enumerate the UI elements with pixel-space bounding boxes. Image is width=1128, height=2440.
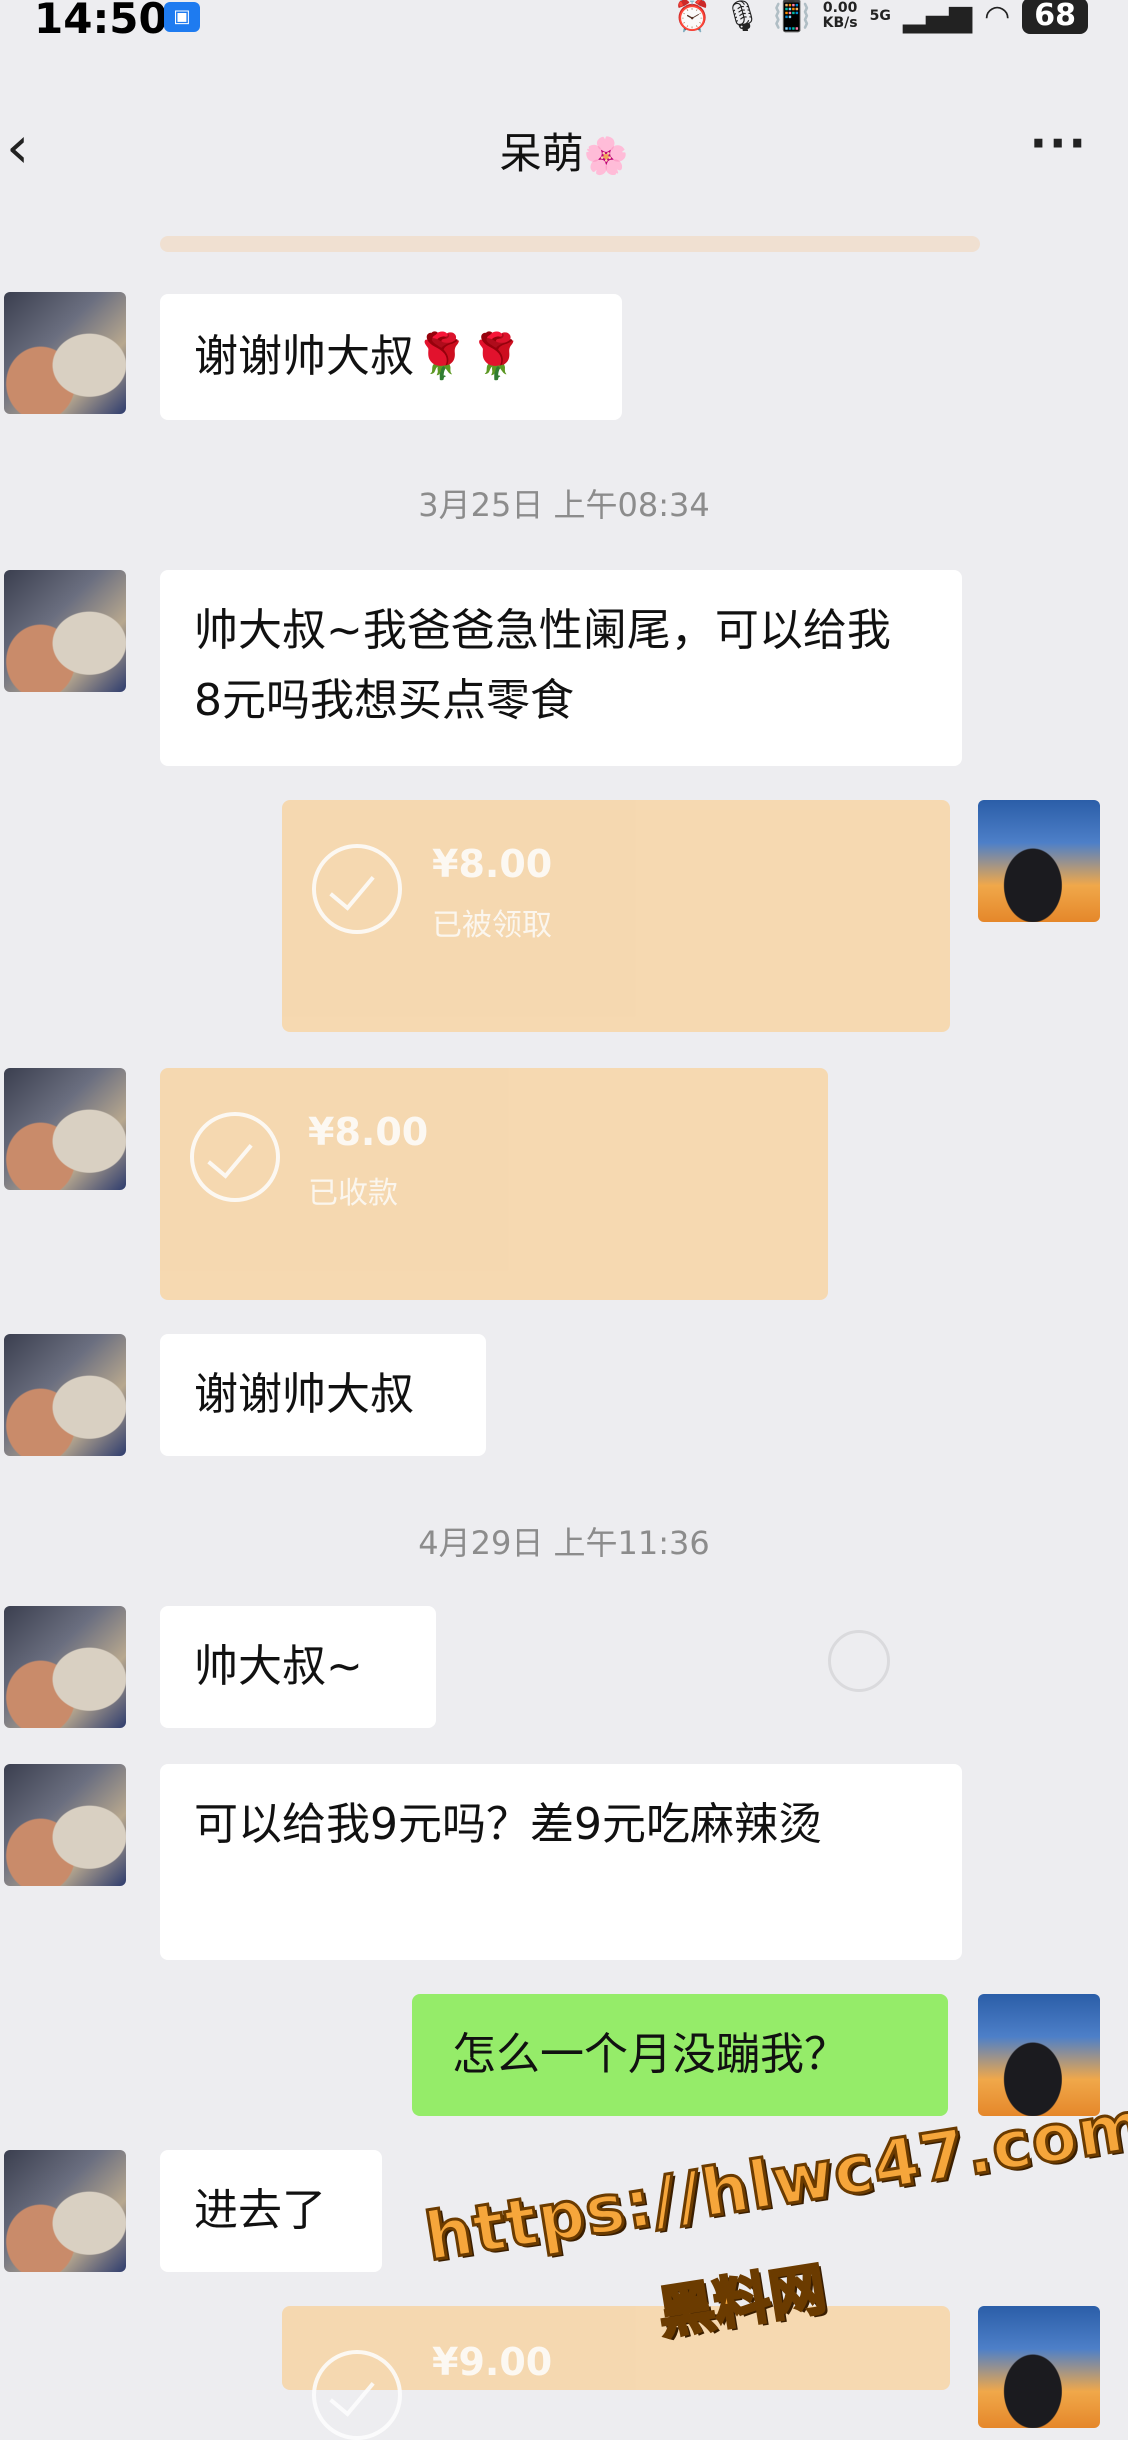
partial-bubble bbox=[160, 236, 980, 252]
transfer-amount: ¥8.00 bbox=[432, 842, 553, 886]
alarm-icon: ⏰ bbox=[673, 0, 712, 34]
chat-title: 呆萌🌸 bbox=[0, 120, 1128, 181]
wifi-icon: ◠ bbox=[984, 0, 1011, 34]
status-icons: ⏰ 🎙 📳 0.00 KB/s 5G ▂▄▆ ◠ 68 bbox=[674, 0, 1088, 34]
message-text: 帅大叔~ bbox=[194, 1641, 363, 1692]
net-speed: 0.00 KB/s bbox=[823, 1, 858, 31]
check-circle-icon bbox=[312, 2350, 402, 2440]
vibrate-icon: 📳 bbox=[773, 0, 811, 34]
contact-avatar[interactable] bbox=[4, 1068, 126, 1190]
more-dots-icon[interactable]: ··· bbox=[1030, 116, 1088, 170]
mic-icon: 🎙 bbox=[723, 0, 762, 34]
status-bar: 14:50 ▣ ⏰ 🎙 📳 0.00 KB/s 5G ▂▄▆ ◠ 68 bbox=[0, 0, 1128, 43]
contact-avatar[interactable] bbox=[4, 2150, 126, 2272]
contact-avatar[interactable] bbox=[4, 292, 126, 414]
message-text: 可以给我9元吗？差9元吃麻辣烫 bbox=[194, 1799, 822, 1850]
net-speed-unit: KB/s bbox=[822, 15, 858, 31]
battery-indicator: 68 bbox=[1022, 0, 1088, 34]
my-avatar[interactable] bbox=[978, 2306, 1100, 2428]
message-text: 怎么一个月没蹦我？ bbox=[452, 2029, 848, 2080]
contact-name: 呆萌 bbox=[499, 129, 584, 178]
message-text: 进去了 bbox=[194, 2185, 326, 2236]
message-bubble[interactable]: 怎么一个月没蹦我？ bbox=[412, 1994, 948, 2116]
contact-avatar[interactable] bbox=[4, 1334, 126, 1456]
signal-icon: ▂▄▆ bbox=[902, 0, 973, 34]
network-type: 5G bbox=[869, 8, 891, 24]
message-bubble[interactable]: 帅大叔~ bbox=[160, 1606, 436, 1728]
check-circle-icon bbox=[312, 844, 402, 934]
transfer-status: 已收款 bbox=[308, 1176, 398, 1211]
message-text: 谢谢帅大叔🌹🌹 bbox=[194, 331, 524, 382]
faded-circle bbox=[828, 1630, 890, 1692]
contact-avatar[interactable] bbox=[4, 1606, 126, 1728]
contact-avatar[interactable] bbox=[4, 570, 126, 692]
transfer-card[interactable]: ¥8.00 已被领取 bbox=[282, 800, 950, 1032]
transfer-status: 已被领取 bbox=[432, 908, 552, 943]
net-speed-value: 0.00 bbox=[822, 0, 858, 16]
timestamp: 4月29日 上午11:36 bbox=[418, 1524, 710, 1562]
message-bubble[interactable]: 进去了 bbox=[160, 2150, 382, 2272]
status-time: 14:50 bbox=[34, 0, 168, 43]
my-avatar[interactable] bbox=[978, 800, 1100, 922]
message-bubble[interactable]: 帅大叔~我爸爸急性阑尾，可以给我8元吗我想买点零食 bbox=[160, 570, 962, 766]
transfer-amount: ¥8.00 bbox=[308, 1110, 429, 1154]
message-bubble[interactable]: 谢谢帅大叔🌹🌹 bbox=[160, 294, 622, 420]
contact-avatar[interactable] bbox=[4, 1764, 126, 1886]
message-bubble[interactable]: 可以给我9元吗？差9元吃麻辣烫 bbox=[160, 1764, 962, 1960]
message-text: 帅大叔~我爸爸急性阑尾，可以给我8元吗我想买点零食 bbox=[194, 605, 891, 726]
transfer-amount: ¥9.00 bbox=[432, 2340, 553, 2384]
chat-header: ‹ 呆萌🌸 ··· bbox=[0, 100, 1128, 190]
transfer-card[interactable]: ¥8.00 已收款 bbox=[160, 1068, 828, 1300]
message-text: 谢谢帅大叔 bbox=[194, 1369, 414, 1420]
timestamp: 3月25日 上午08:34 bbox=[418, 486, 710, 524]
flower-emoji: 🌸 bbox=[583, 136, 629, 177]
message-bubble[interactable]: 谢谢帅大叔 bbox=[160, 1334, 486, 1456]
check-circle-icon bbox=[190, 1112, 280, 1202]
transfer-card[interactable]: ¥9.00 bbox=[282, 2306, 950, 2440]
app-notification-icon: ▣ bbox=[164, 2, 200, 32]
